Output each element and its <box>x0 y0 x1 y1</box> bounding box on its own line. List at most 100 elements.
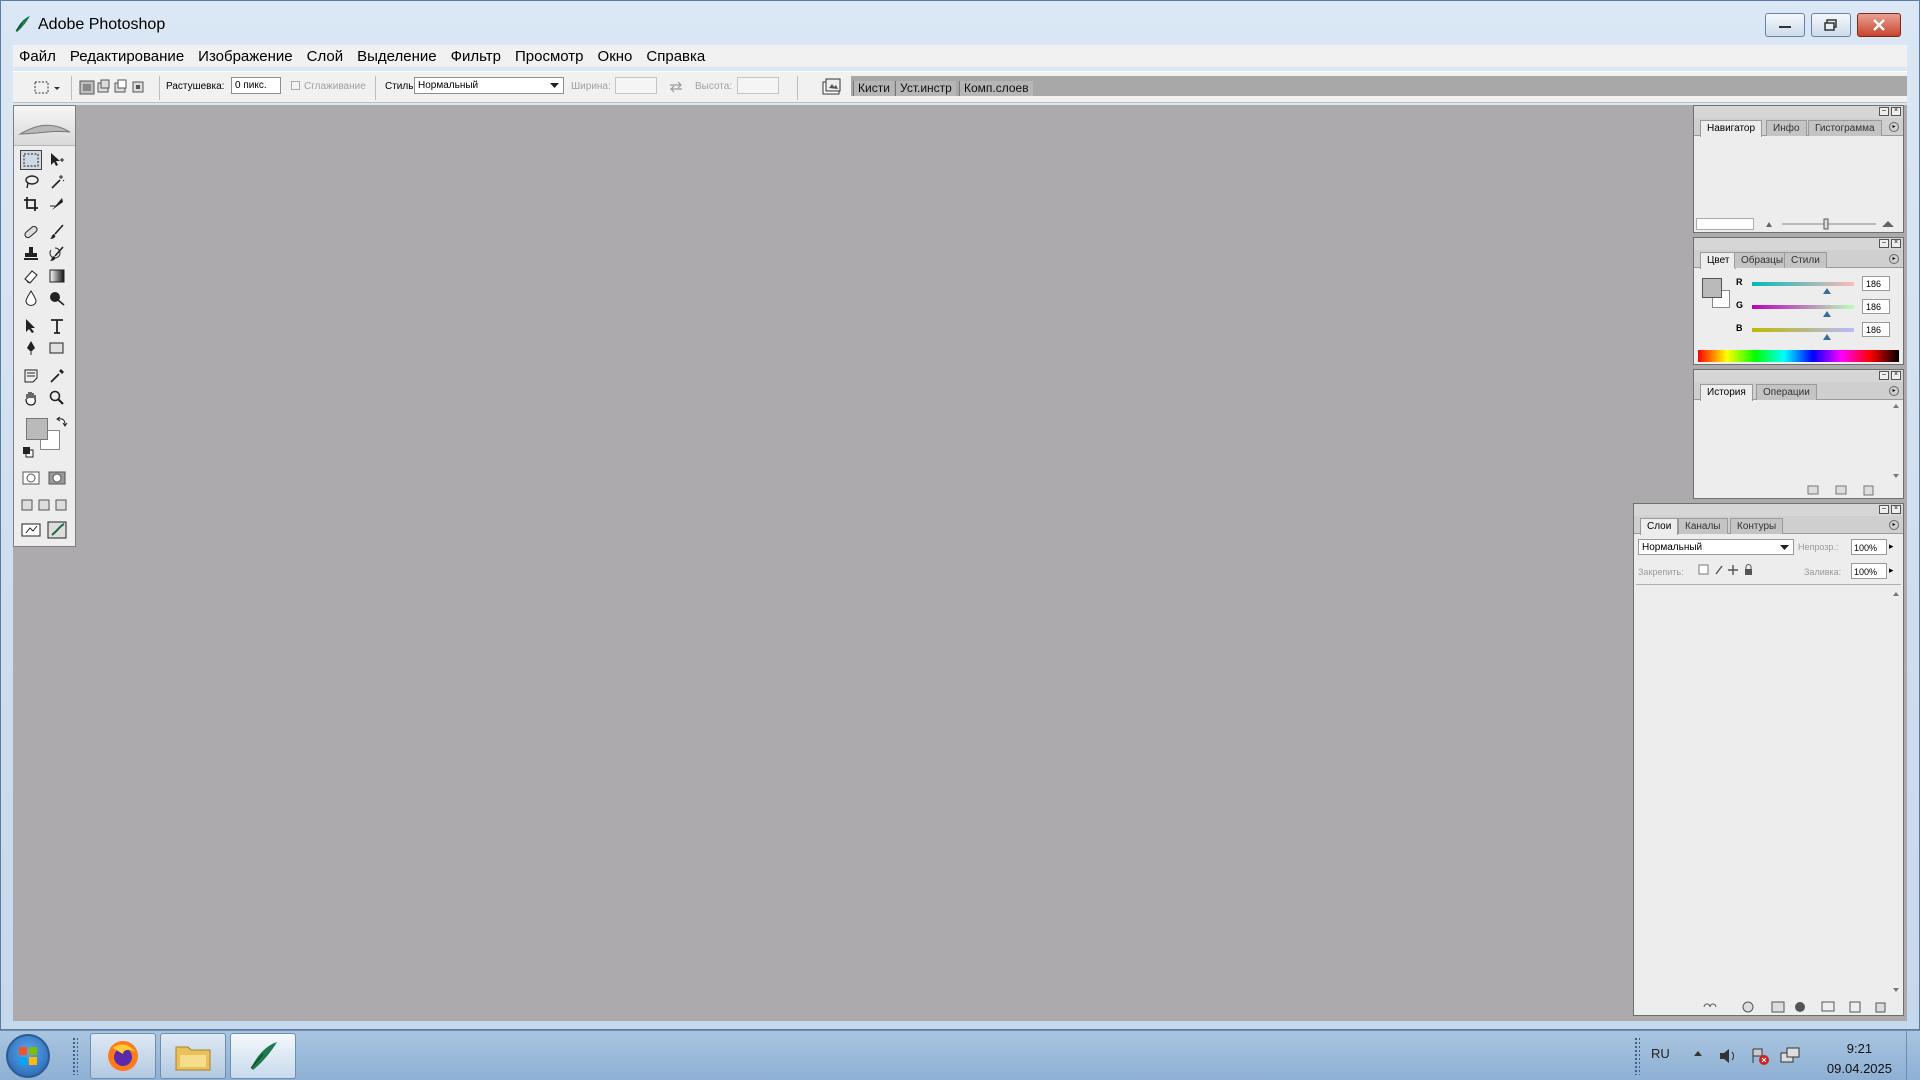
title-bar[interactable]: Adobe Photoshop <box>1 1 1919 45</box>
magic-wand-tool[interactable] <box>46 172 68 192</box>
blur-tool[interactable] <box>20 288 42 308</box>
jump-to-imageready-icon[interactable] <box>20 520 72 540</box>
channel-r-slider[interactable] <box>1752 282 1854 286</box>
style-select[interactable]: Нормальный <box>414 77 564 94</box>
pen-tool[interactable] <box>20 338 42 358</box>
tray-grip[interactable] <box>1634 1037 1640 1075</box>
lock-icons[interactable] <box>1698 564 1756 576</box>
close-button[interactable] <box>1857 13 1901 37</box>
healing-brush-tool[interactable] <box>20 222 42 242</box>
minimize-button[interactable] <box>1765 13 1805 37</box>
taskbar-explorer[interactable] <box>160 1033 226 1079</box>
selection-mode-icons[interactable] <box>79 79 159 97</box>
menu-select[interactable]: Выделение <box>357 48 436 65</box>
quick-mask-button[interactable] <box>46 468 68 488</box>
show-hidden-icons-icon[interactable] <box>1693 1049 1703 1057</box>
history-brush-tool[interactable] <box>46 244 68 264</box>
channel-b-handle[interactable] <box>1823 334 1831 340</box>
history-scrollbar[interactable] <box>1891 402 1901 480</box>
menu-edit[interactable]: Редактирование <box>70 48 184 65</box>
collapse-icon[interactable]: – <box>1879 371 1889 380</box>
tab-histogram[interactable]: Гистограмма <box>1808 120 1882 136</box>
show-desktop-button[interactable] <box>1906 1031 1920 1080</box>
path-selection-tool[interactable] <box>20 316 42 336</box>
opacity-input[interactable]: 100% <box>1851 539 1887 555</box>
hand-tool[interactable] <box>20 388 42 408</box>
marquee-tool[interactable] <box>20 150 42 170</box>
swap-colors-icon[interactable] <box>56 416 68 428</box>
close-icon[interactable]: × <box>1891 107 1901 116</box>
taskbar-photoshop[interactable] <box>230 1033 296 1079</box>
layers-footer-icons[interactable] <box>1702 1000 1902 1014</box>
menu-layer[interactable]: Слой <box>307 48 343 65</box>
menu-image[interactable]: Изображение <box>198 48 293 65</box>
height-input[interactable] <box>737 77 779 94</box>
palette-menu-icon[interactable]: ▸ <box>1889 520 1899 530</box>
close-icon[interactable]: × <box>1891 505 1901 514</box>
swap-dimensions-icon[interactable] <box>669 81 683 93</box>
taskbar-firefox[interactable] <box>90 1033 156 1079</box>
fill-arrow-icon[interactable]: ▸ <box>1889 565 1894 576</box>
menu-window[interactable]: Окно <box>598 48 633 65</box>
width-input[interactable] <box>615 77 657 94</box>
close-icon[interactable]: × <box>1891 371 1901 380</box>
blend-mode-select[interactable]: Нормальный <box>1638 539 1794 555</box>
move-tool[interactable] <box>46 150 68 170</box>
channel-r-value[interactable]: 186 <box>1862 276 1890 291</box>
eyedropper-tool[interactable] <box>46 366 68 386</box>
restore-button[interactable] <box>1811 13 1851 37</box>
tab-layers[interactable]: Слои <box>1640 518 1679 535</box>
clone-stamp-tool[interactable] <box>20 244 42 264</box>
opacity-arrow-icon[interactable]: ▸ <box>1889 541 1894 552</box>
palette-header[interactable]: – × <box>1694 106 1903 118</box>
tab-swatches[interactable]: Образцы <box>1734 252 1791 268</box>
menu-view[interactable]: Просмотр <box>515 48 584 65</box>
screen-mode-icons[interactable] <box>20 498 70 512</box>
layers-list[interactable] <box>1636 584 1901 997</box>
volume-icon[interactable] <box>1718 1047 1738 1065</box>
channel-b-slider[interactable] <box>1752 328 1854 332</box>
close-icon[interactable]: × <box>1891 239 1901 248</box>
shape-tool[interactable] <box>46 338 68 358</box>
color-fg-swatch[interactable] <box>1702 278 1722 298</box>
toolbox-header[interactable] <box>14 106 75 146</box>
palette-menu-icon[interactable]: ▸ <box>1889 254 1899 264</box>
menu-filter[interactable]: Фильтр <box>451 48 501 65</box>
fill-input[interactable]: 100% <box>1851 563 1887 579</box>
layers-scrollbar[interactable] <box>1891 590 1901 994</box>
lasso-tool[interactable] <box>20 172 42 192</box>
tab-info[interactable]: Инфо <box>1766 120 1807 136</box>
default-colors-icon[interactable] <box>22 446 34 458</box>
tab-color[interactable]: Цвет <box>1700 252 1737 269</box>
collapse-icon[interactable]: – <box>1879 505 1889 514</box>
start-button[interactable] <box>6 1034 50 1078</box>
marquee-preset-icon[interactable] <box>33 80 63 96</box>
channel-g-slider[interactable] <box>1752 305 1854 309</box>
taskbar-grip[interactable] <box>72 1037 78 1075</box>
menu-help[interactable]: Справка <box>646 48 705 65</box>
feather-input[interactable]: 0 пикс. <box>231 77 281 94</box>
zoom-tool[interactable] <box>46 388 68 408</box>
navigator-zoom-input[interactable] <box>1696 218 1754 230</box>
clock[interactable]: 9:21 09.04.2025 <box>1827 1039 1892 1079</box>
dodge-tool[interactable] <box>46 288 68 308</box>
slice-tool[interactable] <box>46 194 68 214</box>
channel-g-value[interactable]: 186 <box>1862 299 1890 314</box>
palette-header[interactable]: – × <box>1634 504 1903 516</box>
well-tab-tool-presets[interactable]: Уст.инстр <box>895 81 956 96</box>
foreground-color-swatch[interactable] <box>26 418 48 440</box>
tab-channels[interactable]: Каналы <box>1678 518 1728 534</box>
eraser-tool[interactable] <box>20 266 42 286</box>
palette-menu-icon[interactable]: ▸ <box>1889 386 1899 396</box>
menu-file[interactable]: Файл <box>19 48 56 65</box>
tab-history[interactable]: История <box>1700 384 1753 401</box>
channel-b-value[interactable]: 186 <box>1862 322 1890 337</box>
standard-mode-button[interactable] <box>20 468 42 488</box>
tab-paths[interactable]: Контуры <box>1730 518 1784 534</box>
tab-navigator[interactable]: Навигатор <box>1700 120 1763 137</box>
navigator-zoom-slider[interactable] <box>1764 218 1900 230</box>
collapse-icon[interactable]: – <box>1879 239 1889 248</box>
well-tab-brushes[interactable]: Кисти <box>853 81 894 96</box>
palette-header[interactable]: – × <box>1694 370 1903 382</box>
antialias-checkbox[interactable] <box>291 81 300 90</box>
